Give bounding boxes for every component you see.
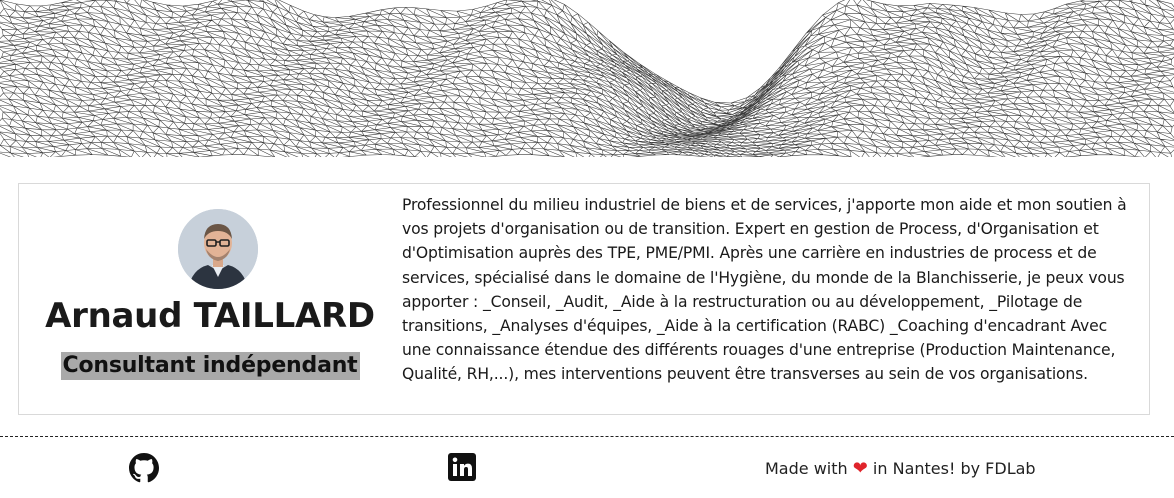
profile-bio: Professionnel du milieu industriel de bi…	[402, 196, 1127, 384]
heart-icon: ❤	[852, 458, 868, 479]
profile-section: Arnaud TAILLARD Consultant indépendant	[19, 184, 401, 414]
wireframe-lines	[0, 0, 1174, 157]
profile-card: Arnaud TAILLARD Consultant indépendant P…	[18, 183, 1150, 415]
made-with-credit: Made with ❤ in Nantes! by FDLab	[765, 458, 1036, 479]
linkedin-icon	[448, 453, 476, 481]
footer: Made with ❤ in Nantes! by FDLab	[0, 436, 1174, 498]
profile-name: Arnaud TAILLARD	[45, 296, 375, 336]
profile-role-wrapper: Consultant indépendant	[19, 352, 401, 380]
wireframe-banner	[0, 0, 1174, 157]
github-link[interactable]	[129, 453, 159, 483]
linkedin-link[interactable]	[448, 453, 478, 483]
made-with-prefix: Made with	[765, 459, 848, 478]
made-with-suffix: in Nantes! by FDLab	[872, 459, 1036, 478]
github-icon	[129, 453, 159, 483]
profile-role: Consultant indépendant	[60, 352, 360, 380]
wireframe-mesh-graphic	[0, 0, 1174, 157]
avatar	[178, 209, 258, 289]
